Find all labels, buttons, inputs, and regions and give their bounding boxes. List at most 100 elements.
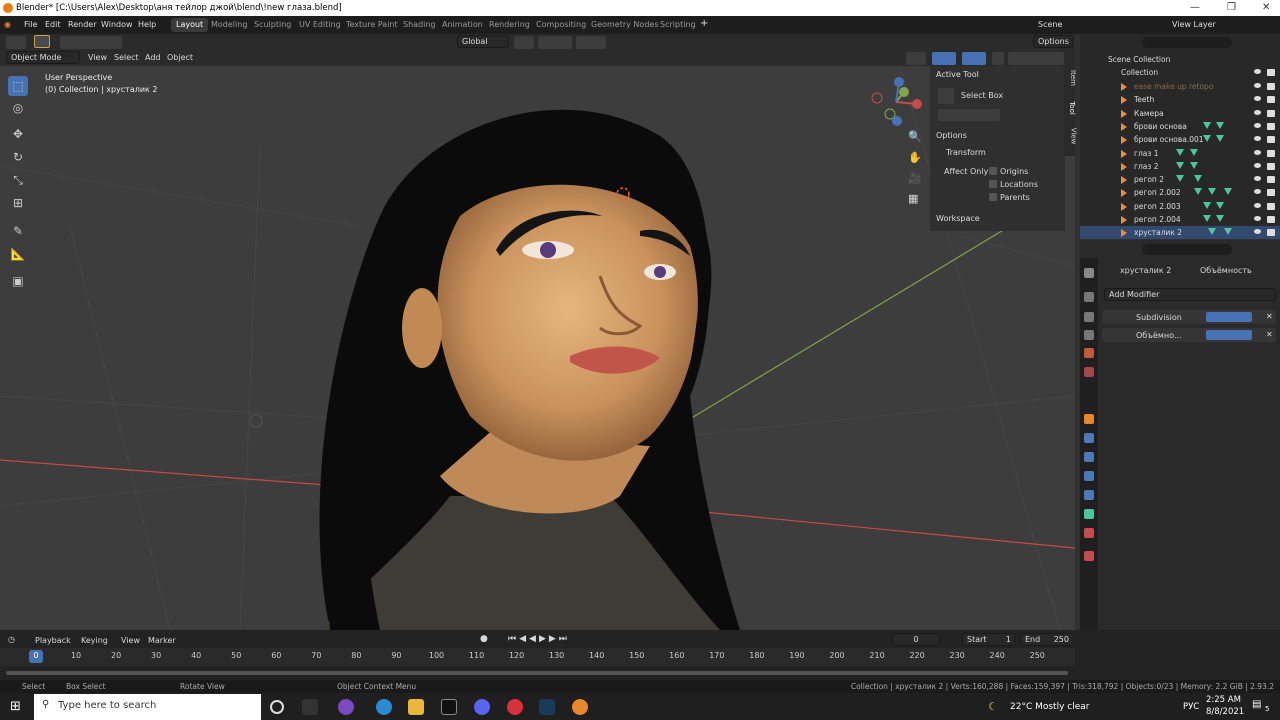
mesh-data-icon[interactable]	[1216, 135, 1224, 143]
start-frame-field[interactable]: Start 1	[962, 633, 1016, 646]
menu-render[interactable]: Render	[68, 20, 96, 29]
menu-edit[interactable]: Edit	[45, 20, 61, 29]
tab-rendering[interactable]: Rendering	[484, 18, 535, 32]
editor-type-icon[interactable]	[6, 36, 26, 49]
blender-menu-icon[interactable]: ◉	[4, 20, 11, 29]
tab-modeling[interactable]: Modeling	[206, 18, 252, 32]
pivot-point-icon[interactable]	[514, 36, 534, 49]
workspace-header[interactable]: Workspace	[936, 214, 980, 223]
mesh-data-icon[interactable]	[1224, 188, 1232, 196]
zoom-icon[interactable]: 🔍	[908, 130, 922, 143]
mesh-data-icon[interactable]	[1176, 161, 1184, 169]
select-mode-buttons-panel[interactable]	[938, 109, 1000, 121]
outliner-item[interactable]: брови основа	[1080, 120, 1280, 133]
yandex-icon[interactable]	[507, 699, 523, 715]
tab-item[interactable]: Item	[1069, 70, 1077, 86]
modifier-toggles[interactable]	[1206, 312, 1252, 322]
select-tool-icon[interactable]	[34, 35, 50, 48]
visibility-eye-icon[interactable]	[1254, 109, 1261, 115]
minimize-icon[interactable]: —	[1190, 2, 1200, 13]
language-indicator[interactable]: РУС	[1183, 702, 1199, 712]
measure-tool-icon[interactable]: 📐	[8, 244, 28, 264]
visibility-eye-icon[interactable]	[1254, 96, 1261, 102]
modifier-tab-icon[interactable]	[1084, 433, 1094, 443]
visibility-eye-icon[interactable]	[1254, 69, 1261, 74]
steam-icon[interactable]	[539, 699, 555, 715]
select-box-tool-icon[interactable]: ⬚	[8, 76, 28, 96]
select-mode-buttons[interactable]	[60, 36, 122, 49]
properties-search-input[interactable]	[1142, 244, 1232, 255]
render-camera-icon[interactable]	[1267, 229, 1275, 237]
rotate-tool-icon[interactable]: ↻	[8, 147, 28, 167]
mesh-data-icon[interactable]	[1203, 201, 1211, 209]
outliner-item[interactable]: регоп 2	[1080, 173, 1280, 186]
tab-geometry-nodes[interactable]: Geometry Nodes	[586, 18, 663, 32]
mesh-data-icon[interactable]	[1203, 215, 1211, 222]
annotate-tool-icon[interactable]: ✎	[8, 221, 28, 241]
mesh-data-icon[interactable]	[1176, 175, 1184, 183]
tab-view[interactable]: View	[1069, 128, 1077, 145]
playback-menu[interactable]: Playback	[35, 636, 71, 645]
snap-icon[interactable]	[538, 36, 572, 49]
object-tab-icon[interactable]	[1084, 414, 1094, 424]
edge-icon[interactable]	[376, 699, 392, 715]
render-camera-icon[interactable]	[1267, 122, 1275, 130]
view-layer-selector[interactable]: View Layer	[1168, 19, 1256, 32]
scene-tab-icon[interactable]	[1084, 348, 1094, 358]
camera-view-icon[interactable]: 🎥	[908, 172, 922, 185]
active-tool-header[interactable]: Active Tool	[936, 70, 979, 79]
tab-animation[interactable]: Animation	[437, 18, 488, 32]
windows-start-icon[interactable]: ⊞	[10, 699, 21, 714]
outliner-item[interactable]: Камера	[1080, 107, 1280, 120]
mesh-data-icon[interactable]	[1190, 148, 1198, 156]
render-camera-icon[interactable]	[1267, 176, 1275, 184]
menu-select[interactable]: Select	[114, 53, 139, 62]
constraints-tab-icon[interactable]	[1084, 490, 1094, 500]
mesh-data-icon[interactable]	[1203, 135, 1211, 143]
menu-object[interactable]: Object	[167, 53, 193, 62]
gizmo-toggle-icon[interactable]	[932, 52, 956, 65]
material-tab-icon[interactable]	[1084, 528, 1094, 538]
keying-menu[interactable]: Keying	[81, 636, 108, 645]
tab-uv-editing[interactable]: UV Editing	[294, 18, 346, 32]
timeline-editor-icon[interactable]: ◷	[8, 635, 15, 644]
modifier-remove-icon[interactable]: ✕	[1266, 330, 1273, 339]
world-tab-icon[interactable]	[1084, 367, 1094, 377]
navigation-gizmo[interactable]	[866, 74, 926, 130]
mesh-data-icon[interactable]	[1216, 201, 1224, 209]
3d-viewport[interactable]: User Perspective (0) Collection | хруста…	[0, 66, 1075, 630]
visibility-eye-icon[interactable]	[1254, 162, 1261, 168]
tool-tab-icon[interactable]	[1084, 268, 1094, 278]
physics-tab-icon[interactable]	[1084, 471, 1094, 481]
render-camera-icon[interactable]	[1267, 189, 1275, 197]
visibility-eye-icon[interactable]	[1254, 122, 1261, 128]
menu-help[interactable]: Help	[138, 20, 156, 29]
weather-icon[interactable]: ☾	[988, 700, 998, 713]
discord-icon[interactable]	[474, 699, 490, 715]
render-camera-icon[interactable]	[1267, 216, 1275, 223]
clock-time[interactable]: 2:25 AM	[1206, 695, 1241, 705]
outliner-item[interactable]: регоп 2.002	[1080, 186, 1280, 199]
record-icon[interactable]: ●	[480, 634, 488, 644]
outliner-scene-collection[interactable]: Scene Collection	[1080, 53, 1280, 66]
clock-date[interactable]: 8/8/2021	[1206, 707, 1244, 717]
mesh-data-icon[interactable]	[1208, 228, 1216, 236]
modifier-toggles[interactable]	[1206, 330, 1252, 340]
tab-layout[interactable]: Layout	[171, 18, 209, 32]
data-tab-icon[interactable]	[1084, 509, 1094, 519]
tab-compositing[interactable]: Compositing	[531, 18, 591, 32]
select-box-icon[interactable]	[938, 88, 954, 104]
add-modifier-dropdown[interactable]: Add Modifier	[1104, 288, 1276, 301]
visibility-eye-icon[interactable]	[1254, 189, 1261, 195]
outliner-search-input[interactable]	[1142, 37, 1232, 48]
add-workspace-icon[interactable]: +	[700, 18, 708, 29]
origins-checkbox[interactable]	[989, 167, 997, 175]
tab-texture-paint[interactable]: Texture Paint	[341, 18, 403, 32]
options-dropdown[interactable]: Options	[1033, 35, 1073, 48]
app-icon-1[interactable]	[338, 699, 354, 715]
outliner-item[interactable]: брови основа.001	[1080, 133, 1280, 146]
pan-hand-icon[interactable]: ✋	[908, 151, 922, 164]
visibility-eye-icon[interactable]	[1254, 176, 1261, 182]
end-frame-field[interactable]: End 250	[1020, 633, 1074, 646]
close-icon[interactable]: ✕	[1262, 2, 1270, 13]
